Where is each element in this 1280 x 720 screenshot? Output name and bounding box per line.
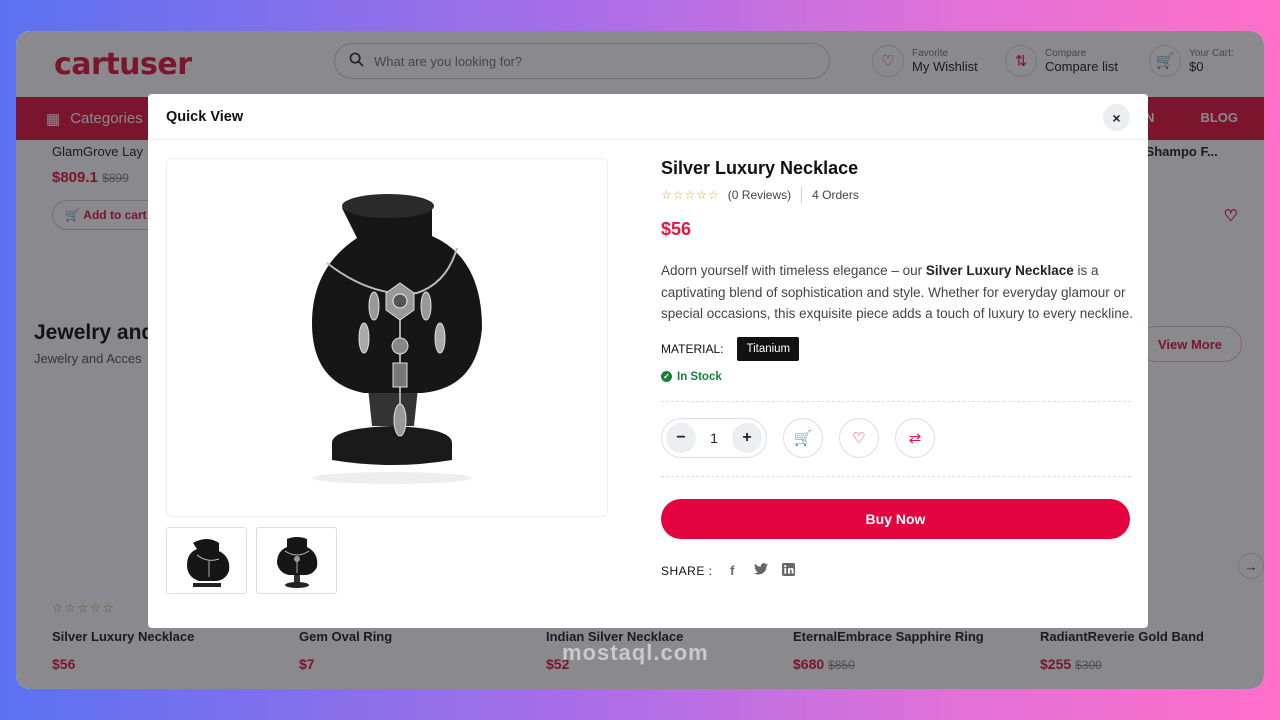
browser-frame: cartuser What are you looking for? ♡ Fav…: [16, 31, 1264, 689]
material-label: MATERIAL:: [661, 341, 724, 356]
divider: [661, 400, 1131, 402]
divider: [661, 475, 1131, 477]
product-thumbnail[interactable]: [166, 527, 247, 594]
orders-count: 4 Orders: [812, 188, 859, 202]
star-icon: ☆☆☆☆☆: [661, 188, 720, 202]
decrement-button[interactable]: −: [666, 422, 696, 453]
stock-status: ✓ In Stock: [661, 371, 1131, 383]
quick-view-modal: Quick View × Silver Luxury Necklace ☆☆☆☆…: [148, 94, 1148, 628]
buy-now-button[interactable]: Buy Now: [661, 498, 1130, 539]
product-title: Silver Luxury Necklace: [661, 158, 859, 178]
product-description: Adorn yourself with timeless elegance – …: [661, 263, 1134, 321]
share-row: SHARE : f: [661, 562, 1131, 579]
product-details: Silver Luxury Necklace ☆☆☆☆☆ (0 Reviews)…: [661, 158, 1133, 579]
divider: [801, 187, 803, 203]
wishlist-button[interactable]: ♡: [839, 417, 879, 458]
twitter-icon[interactable]: [753, 563, 769, 578]
material-row: MATERIAL: Titanium: [661, 336, 1131, 361]
cart-icon: 🛒: [793, 429, 813, 447]
facebook-icon[interactable]: f: [725, 563, 741, 578]
product-price: $56: [661, 219, 692, 239]
close-button[interactable]: ×: [1103, 104, 1130, 131]
watermark: mostaql.com: [562, 640, 709, 665]
stock-label: In Stock: [677, 370, 722, 383]
linkedin-icon[interactable]: [781, 562, 797, 579]
quantity-input[interactable]: 1: [710, 430, 718, 446]
rating-row: ☆☆☆☆☆ (0 Reviews) 4 Orders: [661, 187, 1131, 203]
compare-button[interactable]: ⇄: [895, 417, 935, 458]
check-circle-icon: ✓: [661, 371, 672, 382]
compare-icon: ⇄: [908, 429, 922, 447]
reviews-count[interactable]: (0 Reviews): [728, 188, 791, 202]
heart-icon: ♡: [852, 429, 866, 447]
material-option[interactable]: Titanium: [737, 336, 800, 361]
quantity-stepper: − 1 +: [661, 417, 767, 458]
modal-title: Quick View: [148, 94, 1148, 140]
add-to-cart-button[interactable]: 🛒: [783, 417, 823, 458]
share-label: SHARE :: [661, 563, 713, 578]
increment-button[interactable]: +: [731, 422, 762, 453]
action-row: − 1 + 🛒 ♡ ⇄: [661, 417, 1131, 458]
product-thumbnail[interactable]: [256, 527, 337, 594]
product-main-image: [166, 158, 608, 517]
